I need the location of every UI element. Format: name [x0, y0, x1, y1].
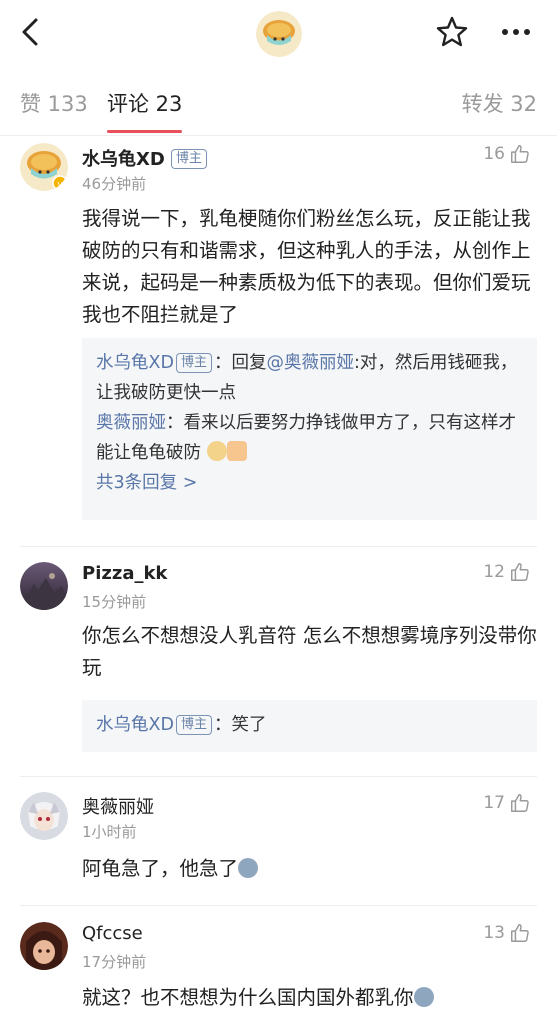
- like-button[interactable]: 12: [483, 561, 531, 583]
- tab-comments[interactable]: 评论 23: [107, 88, 182, 118]
- divider: [20, 905, 537, 906]
- author-badge: 博主: [175, 715, 212, 735]
- author-name: Qfccse: [82, 923, 143, 944]
- comment-text: 我得说一下，乳龟梗随你们粉丝怎么玩，反正能让我破防的只有和谐需求，但这种乳人的手…: [82, 207, 531, 326]
- like-button[interactable]: 16: [483, 143, 531, 165]
- comment-author[interactable]: Qfccse: [82, 923, 143, 944]
- reply-text: ：笑了: [213, 715, 267, 735]
- star-outline-icon: [436, 16, 468, 47]
- penguin-emoji-icon: [413, 987, 434, 1007]
- avatar[interactable]: [20, 792, 68, 840]
- avatar[interactable]: [20, 922, 68, 970]
- like-count: 13: [483, 923, 505, 943]
- chevron-left-icon: [22, 18, 38, 46]
- like-button[interactable]: 17: [483, 792, 531, 814]
- avatar[interactable]: [20, 562, 68, 610]
- reply-box: 水乌龟XD 博主 ：笑了: [82, 700, 537, 752]
- reply-author[interactable]: 水乌龟XD: [96, 715, 174, 735]
- comment-text: 阿龟急了，他急了: [82, 853, 537, 885]
- comment-author[interactable]: 奥薇丽娅: [82, 793, 154, 819]
- tab-bar: 赞 133 评论 23 转发 32: [0, 66, 557, 136]
- comment-time: 1小时前: [82, 823, 137, 841]
- like-count: 16: [483, 144, 505, 164]
- favorite-button[interactable]: [434, 14, 470, 50]
- top-bar: [0, 0, 557, 66]
- author-badge: 博主: [170, 149, 207, 169]
- comment-text-content: 就这？也不想想为什么国内国外都乳你: [82, 986, 414, 1009]
- comment-author[interactable]: Pizza_kk: [82, 563, 167, 584]
- author-badge: 博主: [175, 353, 212, 373]
- avatar[interactable]: v: [20, 143, 68, 191]
- comment-time: 46分钟前: [82, 175, 147, 193]
- penguin-emoji-icon: [238, 858, 259, 878]
- reply-author[interactable]: 水乌龟XD: [96, 353, 174, 373]
- comment-time: 17分钟前: [82, 953, 147, 971]
- tab-likes[interactable]: 赞 133: [20, 88, 88, 118]
- like-button[interactable]: 13: [483, 922, 531, 944]
- author-name: 水乌龟XD: [82, 149, 165, 170]
- reply-box: 水乌龟XD 博主 ：回复@奥薇丽娅:对，然后用钱砸我，让我破防更快一点 奥薇丽娅：看…: [82, 338, 537, 520]
- comment-time: 15分钟前: [82, 593, 147, 611]
- thumbs-up-icon: [511, 794, 529, 812]
- reply-mention[interactable]: @奥薇丽娅: [266, 353, 354, 373]
- turtle-avatar-icon[interactable]: [256, 11, 302, 57]
- comment-text: 就这？也不想想为什么国内国外都乳你: [82, 982, 537, 1014]
- thumbs-up-icon: [511, 924, 529, 942]
- thumbs-up-icon: [511, 563, 529, 581]
- active-tab-indicator: [107, 130, 182, 133]
- author-name: Pizza_kk: [82, 563, 168, 584]
- divider: [20, 776, 537, 777]
- like-count: 17: [483, 793, 505, 813]
- divider: [20, 546, 537, 547]
- more-replies-link[interactable]: 共3条回复 >: [96, 468, 523, 498]
- comment-text-content: 阿龟急了，他急了: [82, 857, 239, 880]
- back-button[interactable]: [14, 14, 50, 50]
- reply-item: 奥薇丽娅：看来以后要努力挣钱做甲方了，只有这样才能让龟龟破防: [96, 408, 523, 468]
- reply-author[interactable]: 奥薇丽娅: [96, 413, 166, 433]
- tab-reposts[interactable]: 转发 32: [462, 88, 537, 118]
- more-horizontal-icon: [502, 29, 530, 35]
- dog-emoji-icon: [206, 441, 227, 461]
- svg-text:v: v: [57, 180, 63, 190]
- reply-item: 水乌龟XD 博主 ：笑了: [96, 710, 523, 740]
- author-name: 奥薇丽娅: [82, 797, 154, 818]
- reply-item: 水乌龟XD 博主 ：回复@奥薇丽娅:对，然后用钱砸我，让我破防更快一点: [96, 348, 523, 408]
- comment-text: 你怎么不想想没人乳音符 怎么不想想雾境序列没带你玩: [82, 624, 537, 679]
- thumbs-up-emoji-icon: [226, 441, 247, 461]
- like-count: 12: [483, 562, 505, 582]
- reply-prefix: ：回复: [213, 353, 267, 373]
- comment-author[interactable]: 水乌龟XD 博主: [82, 145, 207, 171]
- thumbs-up-icon: [511, 145, 529, 163]
- more-button[interactable]: [496, 14, 536, 50]
